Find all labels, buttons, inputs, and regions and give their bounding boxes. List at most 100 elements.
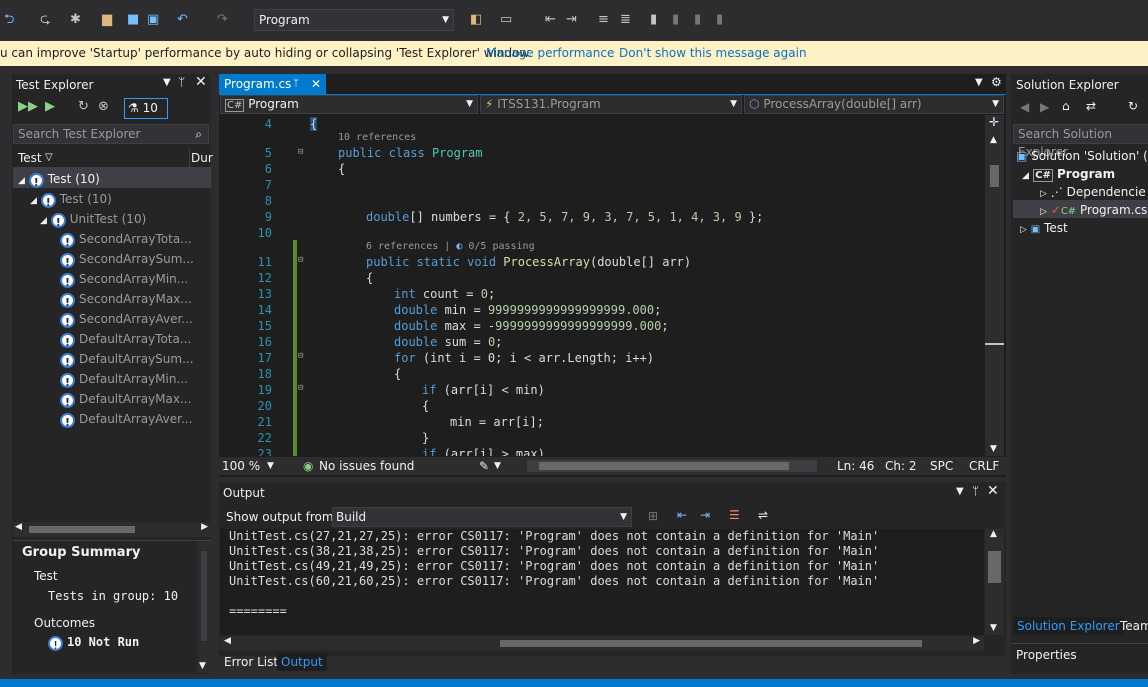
scroll-thumb[interactable] [988,551,1001,583]
pin-icon[interactable]: ᛘ [972,484,979,498]
word-wrap-icon[interactable]: ⇌ [758,508,768,522]
home-icon[interactable]: ⌂ [1062,99,1070,113]
test-item[interactable]: ! DefaultArraySum... [60,349,194,369]
test-item[interactable]: ! DefaultArrayMax... [60,389,191,409]
chevron-down-icon[interactable]: ▼ [267,457,274,475]
properties-panel-title[interactable]: Properties [1011,643,1148,667]
scroll-thumb[interactable] [500,640,922,647]
scroll-down-icon[interactable]: ▼ [199,661,206,671]
cursor-line[interactable]: Ln: 46 [837,457,874,475]
next-bookmark-icon[interactable]: ▮ [694,11,701,29]
output-hscrollbar[interactable]: ◀ ▶ [220,636,984,650]
codelens-class[interactable]: 10 references [338,132,416,143]
solution-node[interactable]: ▣ Solution 'Solution' ( [1016,146,1148,166]
close-icon[interactable]: ✕ [195,74,207,90]
config-combo[interactable]: Program ▼ [254,9,454,31]
program-cs-node[interactable]: ▷ ✓C# Program.cs [1040,200,1147,220]
refresh-icon[interactable]: ↻ [1128,99,1138,113]
summary-vscrollbar[interactable]: ▼ [197,541,211,673]
chevron-down-icon[interactable]: ▼ [494,457,501,475]
scroll-thumb[interactable] [29,526,135,533]
test-group-item[interactable]: ◢ ! Test (10) [30,189,112,209]
collapse-icon[interactable]: ⊟ [298,383,303,393]
test-group-item[interactable]: ◢ ! UnitTest (10) [40,209,146,229]
clear-bookmarks-icon[interactable]: ▮ [716,11,723,29]
back-icon[interactable]: ⮌ [4,11,14,29]
clear-all-icon[interactable]: ☰ [729,508,740,522]
output-source-select[interactable]: Build ▼ [332,507,632,527]
test-item[interactable]: ! SecondArrayAver... [60,309,193,329]
test-count-filter[interactable]: ⚗ 10 [124,98,168,119]
dont-show-again-link[interactable]: Don't show this message again [619,41,807,66]
nav-class-combo[interactable]: ⚡ ITSS131.Program ▼ [480,95,742,114]
nav-project-combo[interactable]: C# Program ▼ [220,95,478,114]
indent-icon[interactable]: ⇤ [545,11,556,29]
test-project-node[interactable]: ▷ ▣ Test [1020,218,1068,238]
run-icon[interactable]: ▶ [45,99,55,114]
summary-scroll-thumb[interactable] [201,551,207,641]
test-item[interactable]: ! SecondArrayMin... [60,269,188,289]
cancel-icon[interactable]: ⊗ [98,99,109,114]
forward-icon[interactable]: ⮎ [40,11,50,29]
prev-bookmark-icon[interactable]: ▮ [672,11,679,29]
open-folder-icon[interactable]: ▆ [102,11,112,29]
forward-icon[interactable]: ▶ [1040,100,1049,114]
test-item[interactable]: ! SecondArrayMax... [60,289,192,309]
test-item[interactable]: ! DefaultArrayAver... [60,409,192,429]
scroll-down-icon[interactable]: ▼ [990,444,997,454]
manage-performance-link[interactable]: Manage performance [486,41,614,66]
scroll-thumb[interactable] [539,462,789,470]
column-duration[interactable]: Dur [189,148,213,168]
cursor-col[interactable]: Ch: 2 [885,457,916,475]
zoom-level[interactable]: 100 % [222,457,260,475]
tab-program-cs[interactable]: Program.cs ᛘ ✕ [219,74,326,94]
prev-message-icon[interactable]: ⇤ [677,508,687,522]
scroll-left-icon[interactable]: ◀ [15,522,22,532]
code-area[interactable]: 4 5 6 7 8 9 10 11 12 13 14 15 16 17 18 19 20 21 22 23 ⊟ ⊟ ⊟… [220,115,984,456]
nav-member-combo[interactable]: ⬡ ProcessArray(double[] arr) ▼ [744,95,1004,114]
test-item[interactable]: ! DefaultArrayTota... [60,329,191,349]
test-item[interactable]: ! DefaultArrayMin... [60,369,188,389]
tab-team[interactable]: Team [1116,617,1148,635]
collapse-icon[interactable]: ⊟ [298,147,303,157]
test-hscrollbar[interactable]: ◀ ▶ [13,522,211,537]
panel-menu-icon[interactable]: ▼ [956,486,964,497]
test-search-input[interactable]: Search Test Explorer ⌕ [13,124,209,144]
find-in-files-icon[interactable]: ◧ [470,11,482,29]
tab-error-list[interactable]: Error List [220,653,282,671]
back-icon[interactable]: ◀ [1020,100,1029,114]
save-all-icon[interactable]: ▣ [147,11,159,29]
repeat-icon[interactable]: ↻ [78,99,89,114]
close-tab-icon[interactable]: ✕ [311,74,321,94]
uncomment-icon[interactable]: ≣ [620,11,631,29]
tab-output[interactable]: Output [277,653,327,671]
test-item[interactable]: ! SecondArrayTota... [60,229,192,249]
scroll-down-icon[interactable]: ▼ [990,623,997,633]
pin-icon[interactable]: ᛘ [293,74,299,94]
line-ending[interactable]: CRLF [969,457,999,475]
test-group-item[interactable]: ◢ ! Test (10) [18,169,100,189]
next-message-icon[interactable]: ⇥ [700,508,710,522]
tab-solution-explorer[interactable]: Solution Explorer [1013,617,1124,635]
scroll-up-icon[interactable]: ▲ [990,529,997,539]
panel-menu-icon[interactable]: ▼ [163,77,171,88]
output-text[interactable]: UnitTest.cs(27,21,27,25): error CS0117: … [220,529,984,635]
collapse-icon[interactable]: ⊟ [298,351,303,361]
scroll-up-icon[interactable]: ▲ [990,135,997,145]
scroll-left-icon[interactable]: ◀ [224,636,231,646]
scroll-right-icon[interactable]: ▶ [973,636,980,646]
column-test[interactable]: Test [18,148,42,168]
outdent-icon[interactable]: ⇥ [566,11,577,29]
redo-icon[interactable]: ↷ [217,11,228,29]
editor-vscrollbar[interactable]: ✛ ▲ ▼ [985,115,1004,456]
brush-icon[interactable]: ✎ [479,457,489,475]
close-icon[interactable]: ✕ [987,483,999,499]
undo-icon[interactable]: ↶ [177,11,188,29]
new-project-icon[interactable]: ✱ [70,11,81,29]
gear-icon[interactable]: ⚙ [991,75,1002,89]
run-all-icon[interactable]: ▶▶ [18,99,38,114]
program-project-node[interactable]: ◢ C# Program [1022,164,1115,184]
find-icon[interactable]: ⊞ [648,509,658,523]
window-icon[interactable]: ▭ [500,11,512,29]
scroll-thumb[interactable] [990,165,999,187]
